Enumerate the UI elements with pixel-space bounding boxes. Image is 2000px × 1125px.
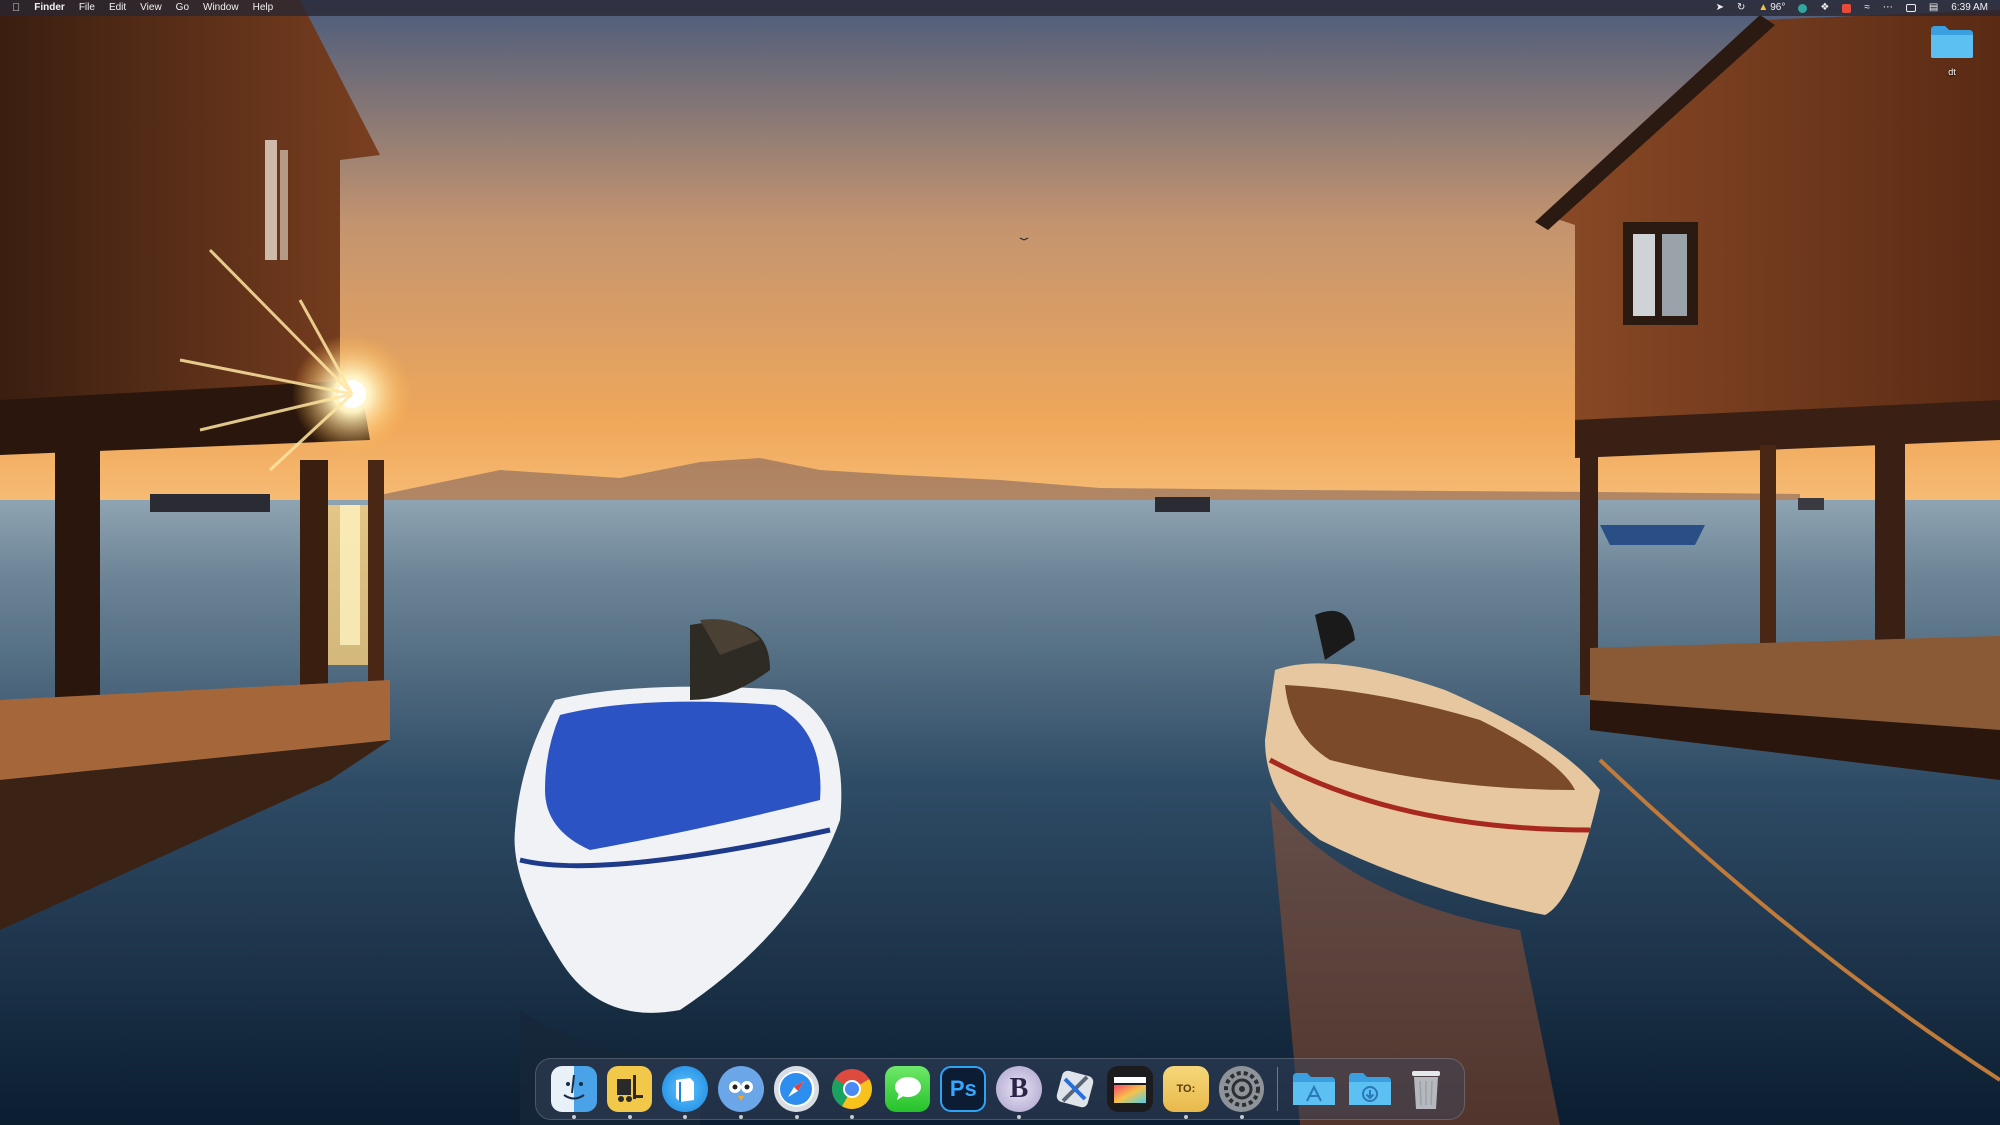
dock-photoshop[interactable]: Ps	[940, 1066, 987, 1112]
running-indicator	[572, 1115, 576, 1119]
temperature-readout: 96°	[1770, 2, 1786, 13]
dock-finder[interactable]	[551, 1066, 597, 1119]
safari-icon	[780, 1073, 813, 1105]
battery-app-icon[interactable]	[1842, 3, 1852, 13]
menu-go[interactable]: Go	[176, 0, 189, 16]
menu-clock[interactable]: 6:39 AM	[1951, 0, 1988, 16]
apple-logo-icon[interactable]: 	[12, 0, 20, 16]
dock-tweetbot[interactable]	[717, 1066, 764, 1119]
dock-messages[interactable]	[884, 1066, 931, 1112]
forklift-icon	[617, 1075, 644, 1102]
dock-applications-folder[interactable]	[1291, 1066, 1337, 1112]
wifi-icon[interactable]: ≈	[1864, 0, 1870, 16]
dock-safari[interactable]	[773, 1066, 820, 1119]
notes-icon: TO:	[1176, 1083, 1196, 1095]
downloads-folder-icon	[1349, 1073, 1392, 1105]
mail-icon	[676, 1078, 695, 1102]
running-indicator	[627, 1115, 632, 1119]
final-cut-icon	[1114, 1077, 1147, 1103]
menu-file[interactable]: File	[79, 0, 95, 16]
running-indicator	[1239, 1115, 1244, 1119]
dock: Ps B TO:	[535, 1058, 1465, 1120]
messages-icon	[894, 1077, 921, 1100]
menu-app-name[interactable]: Finder	[34, 0, 65, 16]
more-icon[interactable]: ⋯	[1883, 0, 1893, 16]
xcode-icon	[1056, 1070, 1093, 1108]
dock-bbedit[interactable]: B	[996, 1066, 1042, 1119]
menu-bar:  Finder File Edit View Go Window Help ➤…	[0, 0, 2000, 16]
running-indicator	[683, 1115, 688, 1119]
desktop-folder-label: dt	[1948, 67, 1956, 77]
sync-icon[interactable]: ↻	[1737, 0, 1745, 16]
weather-status[interactable]: ▲ 96°	[1758, 0, 1785, 16]
running-indicator	[1184, 1115, 1189, 1119]
notification-icon[interactable]: ▤	[1929, 0, 1938, 16]
dock-separator	[1277, 1067, 1279, 1111]
desktop-wallpaper	[0, 0, 2000, 1125]
dock-chrome[interactable]	[829, 1066, 875, 1119]
dock-forklift[interactable]	[606, 1066, 653, 1119]
photoshop-icon: Ps	[949, 1076, 977, 1101]
chrome-icon	[832, 1069, 873, 1109]
menu-help[interactable]: Help	[253, 0, 274, 16]
running-indicator	[850, 1115, 855, 1119]
running-indicator	[794, 1115, 799, 1119]
location-arrow-icon[interactable]: ➤	[1716, 0, 1724, 16]
bbedit-icon: B	[1009, 1073, 1029, 1104]
dock-mail[interactable]	[662, 1066, 708, 1119]
running-indicator	[738, 1115, 743, 1119]
trash-icon	[1412, 1071, 1441, 1109]
desktop-folder[interactable]: dt	[1928, 24, 1976, 77]
dock-notes[interactable]: TO:	[1163, 1066, 1209, 1119]
warning-icon: ▲	[1758, 2, 1769, 13]
control-center-icon[interactable]	[1905, 4, 1916, 12]
menu-edit[interactable]: Edit	[109, 0, 126, 16]
finder-icon	[563, 1074, 585, 1100]
vpn-icon[interactable]	[1798, 3, 1808, 13]
dock-downloads-folder[interactable]	[1347, 1066, 1393, 1112]
dock-system-preferences[interactable]	[1218, 1066, 1265, 1119]
menu-window[interactable]: Window	[203, 0, 239, 16]
menu-view[interactable]: View	[140, 0, 162, 16]
dock-final-cut[interactable]	[1107, 1066, 1154, 1112]
system-preferences-icon	[1223, 1071, 1260, 1107]
folder-icon	[1931, 26, 1973, 58]
running-indicator	[1017, 1115, 1022, 1119]
applications-folder-icon	[1293, 1073, 1336, 1105]
tweetbot-icon	[728, 1081, 753, 1101]
dock-xcode[interactable]	[1052, 1066, 1098, 1112]
dropbox-icon[interactable]: ❖	[1820, 0, 1829, 16]
dock-trash[interactable]	[1403, 1066, 1449, 1112]
